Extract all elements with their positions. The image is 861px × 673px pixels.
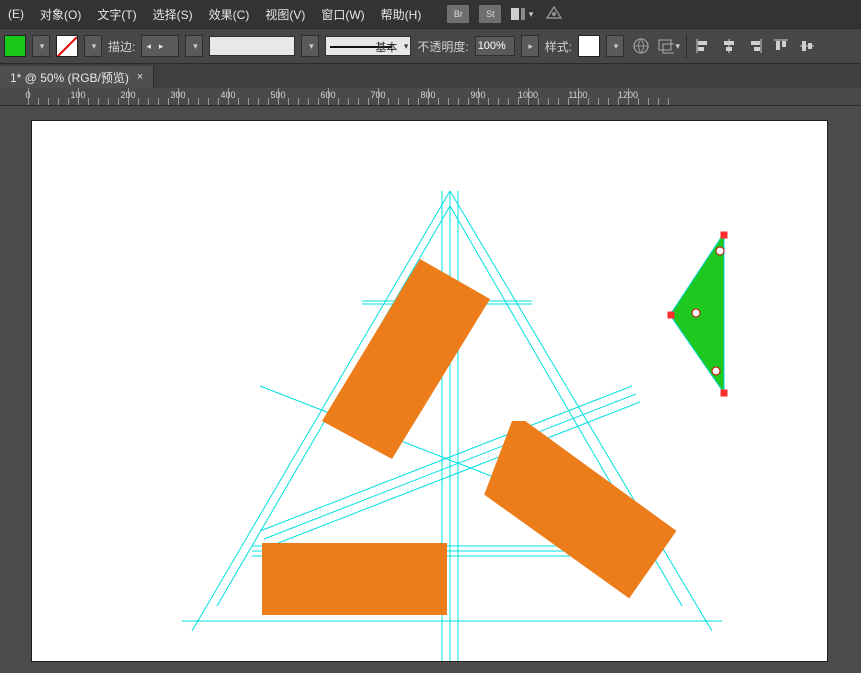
document-tab[interactable]: 1* @ 50% (RGB/预览) × [0, 66, 154, 88]
opacity-label: 不透明度: [417, 38, 468, 55]
anchor-point[interactable] [712, 367, 721, 376]
ruler-mark: 900 [470, 90, 485, 100]
ruler-mark: 1200 [618, 90, 638, 100]
menu-bar: (E) 对象(O) 文字(T) 选择(S) 效果(C) 视图(V) 窗口(W) … [0, 0, 861, 28]
arrange-docs-icon[interactable]: ▾ [511, 3, 533, 25]
ruler-mark: 0 [25, 90, 30, 100]
variable-width-dropdown[interactable]: ▾ [301, 35, 319, 57]
stroke-swatch[interactable] [56, 35, 78, 57]
green-triangle-selected[interactable] [668, 233, 738, 403]
control-bar: ▾ ▾ 描边: ◂ ▸ ▾ ▾ 基本 ▾ 不透明度: 100% ▸ 样式: ▾ … [0, 28, 861, 64]
artboard[interactable] [32, 121, 827, 661]
anchor-point[interactable] [716, 247, 725, 256]
workspace[interactable] [0, 106, 861, 673]
align-right-icon[interactable] [745, 36, 765, 56]
menu-select[interactable]: 选择(S) [145, 2, 201, 27]
menu-view[interactable]: 视图(V) [257, 2, 313, 27]
align-vcenter-icon[interactable] [797, 36, 817, 56]
anchor-point[interactable] [692, 309, 701, 318]
ruler-mark: 300 [170, 90, 185, 100]
opacity-field[interactable]: 100% [475, 36, 515, 56]
ruler-mark: 600 [320, 90, 335, 100]
stock-icon[interactable]: St [479, 5, 501, 23]
ruler-mark: 400 [220, 90, 235, 100]
selection-handle[interactable] [721, 232, 728, 239]
ruler-horizontal[interactable]: 0 100 200 300 400 500 600 700 800 900 1000 1100 1200 [0, 88, 861, 106]
menu-help[interactable]: 帮助(H) [373, 2, 430, 27]
style-label: 样式: [545, 38, 572, 55]
variable-width-profile[interactable] [209, 36, 295, 56]
ruler-mark: 1100 [568, 90, 587, 100]
graphic-style-swatch[interactable] [578, 35, 600, 57]
gpu-icon[interactable] [543, 3, 565, 25]
stroke-label: 描边: [108, 38, 135, 55]
ruler-mark: 500 [270, 90, 285, 100]
close-tab-icon[interactable]: × [137, 71, 143, 83]
menu-object[interactable]: 对象(O) [32, 2, 89, 27]
stroke-weight-stepper[interactable]: ◂ ▸ [141, 35, 179, 57]
ruler-mark: 200 [120, 90, 135, 100]
brush-definition[interactable]: 基本 ▾ [325, 36, 411, 56]
menu-effect[interactable]: 效果(C) [201, 2, 258, 27]
orange-shape-right[interactable] [482, 421, 682, 621]
recolor-artwork-icon[interactable] [630, 35, 652, 57]
opacity-dropdown[interactable]: ▸ [521, 35, 539, 57]
stroke-swatch-dropdown[interactable]: ▾ [84, 35, 102, 57]
menu-edit[interactable]: (E) [0, 3, 32, 25]
ruler-mark: 1000 [518, 90, 538, 100]
fill-swatch[interactable] [4, 35, 26, 57]
align-hcenter-icon[interactable] [719, 36, 739, 56]
align-top-icon[interactable] [771, 36, 791, 56]
ruler-mark: 700 [370, 90, 385, 100]
graphic-style-dropdown[interactable]: ▾ [606, 35, 624, 57]
orange-shape-bottom[interactable] [262, 543, 462, 633]
align-to-icon[interactable]: ▾ [658, 35, 680, 57]
align-left-icon[interactable] [693, 36, 713, 56]
menu-window[interactable]: 窗口(W) [313, 2, 372, 27]
selection-handle[interactable] [668, 312, 675, 319]
stroke-weight-dropdown[interactable]: ▾ [185, 35, 203, 57]
document-tab-bar: 1* @ 50% (RGB/预览) × [0, 64, 861, 88]
menu-text[interactable]: 文字(T) [89, 2, 144, 27]
ruler-mark: 800 [420, 90, 435, 100]
fill-dropdown[interactable]: ▾ [32, 35, 50, 57]
ruler-mark: 100 [70, 90, 85, 100]
document-tab-title: 1* @ 50% (RGB/预览) [10, 69, 129, 86]
bridge-icon[interactable]: Br [447, 5, 469, 23]
selection-handle[interactable] [721, 390, 728, 397]
